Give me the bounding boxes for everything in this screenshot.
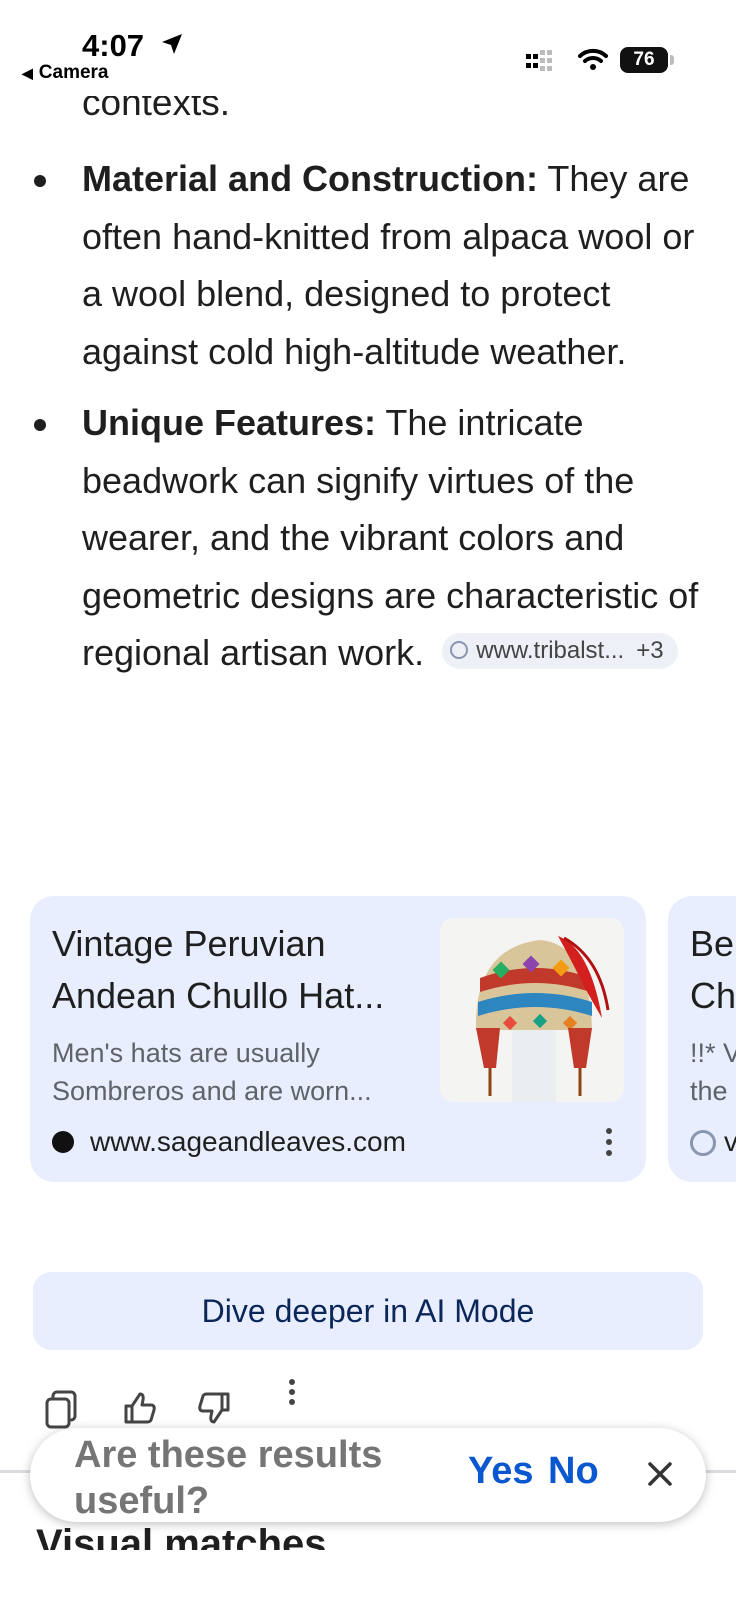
globe-icon: [690, 1130, 716, 1156]
result-card[interactable]: Vintage Peruvian Andean Chullo Hat... Me…: [30, 896, 646, 1182]
feedback-no-button[interactable]: No: [548, 1450, 599, 1493]
card-title: Be Ch: [690, 923, 736, 1016]
clock-time: 4:07: [82, 28, 145, 63]
bullet-heading: Material and Construction:: [82, 158, 539, 199]
visual-matches-heading: Visual matches: [36, 1528, 327, 1550]
close-icon[interactable]: [644, 1458, 676, 1490]
card-description: !!* V the: [690, 1038, 736, 1106]
feedback-prompt: Are these results useful? Yes No: [30, 1428, 706, 1522]
overview-bullet-list: Material and Construction: They are ofte…: [30, 150, 720, 696]
thumbs-up-icon[interactable]: [122, 1390, 158, 1426]
card-source: www.sageandleaves.com: [52, 1126, 406, 1158]
dive-deeper-ai-mode-button[interactable]: Dive deeper in AI Mode: [33, 1272, 703, 1350]
chullo-hat-illustration: [440, 918, 624, 1102]
cellular-signal-icon: [526, 50, 552, 71]
copy-icon[interactable]: [44, 1390, 78, 1430]
thumbs-down-icon[interactable]: [196, 1390, 232, 1426]
result-card-next[interactable]: Be Ch !!* V the v: [668, 896, 736, 1182]
feedback-question: Are these results useful?: [74, 1434, 383, 1522]
source-chip-label: www.tribalst...: [476, 637, 625, 665]
location-arrow-icon: [162, 34, 182, 54]
battery-indicator: 76: [620, 47, 668, 73]
feedback-yes-button[interactable]: Yes: [468, 1450, 534, 1493]
card-source-url: www.sageandleaves.com: [90, 1126, 406, 1157]
status-bar: 4:07 ◀ Camera 76: [0, 0, 736, 96]
back-label: Camera: [38, 62, 109, 83]
source-chip[interactable]: www.tribalst... +3: [442, 633, 678, 670]
battery-tip: [670, 55, 674, 65]
more-options-icon[interactable]: [284, 1376, 300, 1412]
card-description: Men's hats are usually Sombreros and are…: [52, 1038, 372, 1106]
card-title: Vintage Peruvian Andean Chullo Hat...: [52, 923, 385, 1016]
back-arrow-icon: ◀: [22, 65, 33, 81]
bullet-heading: Unique Features:: [82, 402, 377, 443]
back-to-camera-link[interactable]: ◀ Camera: [22, 62, 109, 84]
bullet-dot: [34, 175, 46, 187]
more-options-icon[interactable]: [596, 1124, 622, 1160]
chullo-hat-image[interactable]: [440, 918, 624, 1102]
wifi-icon: [578, 48, 608, 70]
bullet-dot: [34, 419, 46, 431]
card-source-url: v: [724, 1126, 736, 1157]
bullet-material-construction: Material and Construction: They are ofte…: [30, 150, 720, 380]
source-chip-count: +3: [636, 637, 664, 665]
globe-icon: [450, 641, 469, 660]
bullet-unique-features: Unique Features: The intricate beadwork …: [30, 394, 720, 682]
site-favicon-icon: [52, 1130, 74, 1153]
